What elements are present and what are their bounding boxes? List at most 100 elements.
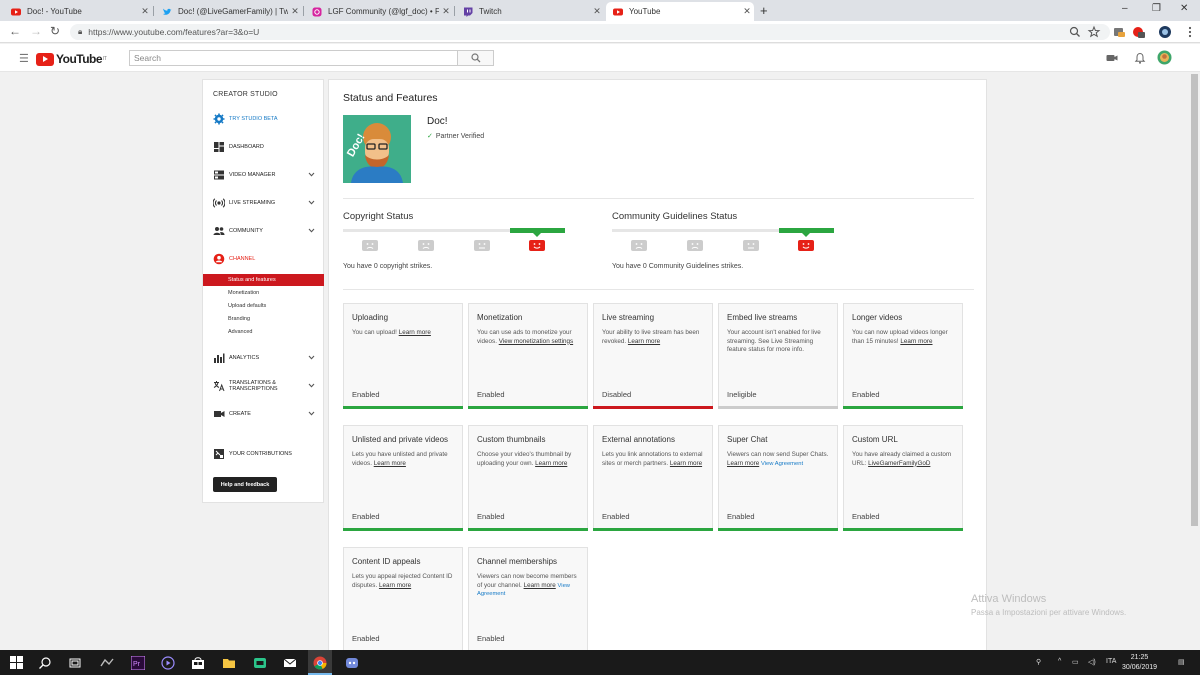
svg-text:Pr: Pr bbox=[133, 661, 141, 668]
browser-tab-active[interactable]: YouTube ✕ bbox=[606, 2, 754, 21]
reload-icon[interactable]: ↻ bbox=[50, 24, 60, 38]
hamburger-menu-icon[interactable]: ☰ bbox=[19, 52, 29, 65]
learn-more-link[interactable]: View monetization settings bbox=[499, 338, 573, 345]
learn-more-link[interactable]: Learn more bbox=[379, 582, 411, 589]
sidebar-subitem-status-and-features[interactable]: Status and features bbox=[203, 274, 324, 286]
close-icon[interactable]: ✕ bbox=[439, 6, 453, 17]
media-player-icon[interactable] bbox=[161, 656, 175, 670]
zoom-icon[interactable] bbox=[1068, 25, 1082, 39]
network-icon[interactable]: ▭ bbox=[1072, 658, 1079, 666]
menu-icon[interactable] bbox=[1183, 25, 1197, 39]
search-input[interactable]: Search bbox=[129, 50, 458, 66]
learn-more-link[interactable]: Learn more bbox=[374, 460, 406, 467]
twitter-icon bbox=[162, 7, 172, 17]
browser-tab[interactable]: Doc! - YouTube ✕ bbox=[4, 2, 152, 21]
minimize-button[interactable]: – bbox=[1122, 3, 1128, 14]
sidebar-item-create[interactable]: CREATE bbox=[203, 404, 324, 424]
feature-title: Channel memberships bbox=[477, 557, 558, 566]
profile-icon[interactable] bbox=[1158, 25, 1172, 39]
learn-more-link[interactable]: Learn more bbox=[670, 460, 702, 467]
sidebar-item-live-streaming[interactable]: LIVE STREAMING bbox=[203, 193, 324, 213]
taskbar-clock[interactable]: 21:25 30/06/2019 bbox=[1122, 653, 1157, 673]
view-agreement-link[interactable]: View Agreement bbox=[761, 461, 803, 467]
forward-icon[interactable]: → bbox=[30, 24, 42, 38]
task-view-icon[interactable] bbox=[68, 656, 82, 670]
sidebar-item-your-contributions[interactable]: YOUR CONTRIBUTIONS bbox=[203, 444, 324, 464]
learn-more-link[interactable]: LiveGamerFamilyGoD bbox=[868, 460, 930, 467]
volume-icon[interactable]: ◁) bbox=[1088, 658, 1096, 666]
avatar[interactable] bbox=[1157, 50, 1172, 65]
star-icon[interactable] bbox=[1087, 25, 1101, 39]
sidebar-item-label: CREATE bbox=[229, 411, 251, 417]
windows-start-icon[interactable] bbox=[10, 656, 24, 670]
chrome-icon[interactable] bbox=[313, 656, 327, 670]
search-button[interactable] bbox=[458, 50, 494, 66]
scrollbar-thumb[interactable] bbox=[1191, 74, 1198, 526]
community-guidelines-heading: Community Guidelines Status bbox=[612, 211, 738, 222]
sidebar-item-try-studio-beta[interactable]: TRY STUDIO BETA bbox=[203, 109, 324, 129]
chevron-up-icon[interactable]: ^ bbox=[1058, 658, 1061, 665]
youtube-icon bbox=[11, 7, 21, 17]
close-icon[interactable]: ✕ bbox=[288, 6, 302, 17]
feature-description-text: Viewers can now send Super Chats. bbox=[727, 451, 829, 458]
youtube-header: ☰ YouTube IT Search bbox=[0, 44, 1200, 72]
sidebar-subitem-branding[interactable]: Branding bbox=[203, 313, 324, 325]
sidebar-item-community[interactable]: COMMUNITY bbox=[203, 221, 324, 241]
learn-more-link[interactable]: Learn more bbox=[399, 329, 431, 336]
browser-tab[interactable]: LGF Community (@lgf_doc) • Foto ✕ bbox=[305, 2, 453, 21]
new-tab-button[interactable]: + bbox=[760, 3, 768, 18]
community-strike-meter bbox=[612, 228, 834, 252]
premiere-pro-icon[interactable]: Pr bbox=[131, 656, 145, 670]
notifications-bell-icon[interactable] bbox=[1134, 52, 1146, 64]
learn-more-link[interactable]: Learn more bbox=[535, 460, 567, 467]
sidebar-item-channel[interactable]: CHANNEL bbox=[203, 249, 324, 269]
sidebar-subitem-upload-defaults[interactable]: Upload defaults bbox=[203, 300, 324, 312]
feature-description: Viewers can now send Super Chats. Learn … bbox=[727, 451, 833, 468]
clock-date: 30/06/2019 bbox=[1122, 664, 1158, 671]
search-icon[interactable] bbox=[38, 656, 52, 670]
feature-card: Unlisted and private videos Lets you have… bbox=[343, 425, 463, 531]
close-icon[interactable]: ✕ bbox=[138, 6, 152, 17]
extension-icon[interactable] bbox=[1131, 25, 1145, 39]
feature-description: Viewers can now become members of your c… bbox=[477, 573, 583, 599]
learn-more-link[interactable]: Learn more bbox=[900, 338, 932, 345]
browser-tab[interactable]: Doc! (@LiveGamerFamily) | Twitte ✕ bbox=[155, 2, 302, 21]
language-indicator[interactable]: ITA bbox=[1106, 658, 1116, 665]
people-icon[interactable]: ⚲ bbox=[1036, 658, 1041, 666]
sidebar-subitem-advanced[interactable]: Advanced bbox=[203, 326, 324, 338]
url-field[interactable]: 🔒︎ https://www.youtube.com/features?ar=3… bbox=[70, 24, 1110, 40]
youtube-logo[interactable]: YouTube IT bbox=[36, 52, 107, 66]
close-icon[interactable]: ✕ bbox=[590, 6, 604, 17]
sidebar-item-dashboard[interactable]: DASHBOARD bbox=[203, 137, 324, 157]
store-icon[interactable] bbox=[191, 656, 205, 670]
page-scrollbar[interactable] bbox=[1189, 72, 1200, 650]
sidebar-item-analytics[interactable]: ANALYTICS bbox=[203, 348, 324, 368]
app-icon[interactable] bbox=[100, 656, 114, 670]
feature-status: Enabled bbox=[852, 390, 880, 399]
extension-icon[interactable] bbox=[1112, 25, 1126, 39]
feature-description: Lets you link annotations to external si… bbox=[602, 451, 708, 468]
file-explorer-icon[interactable] bbox=[222, 656, 236, 670]
close-window-button[interactable]: ✕ bbox=[1180, 3, 1188, 14]
feature-status: Enabled bbox=[352, 512, 380, 521]
windows-activation-watermark: Attiva Windows Passa a Impostazioni per … bbox=[971, 593, 1126, 617]
sidebar-item-translations[interactable]: TRANSLATIONS & TRANSCRIPTIONS bbox=[203, 376, 324, 396]
learn-more-link[interactable]: Learn more bbox=[628, 338, 660, 345]
discord-icon[interactable] bbox=[345, 656, 359, 670]
maximize-button[interactable]: ❐ bbox=[1152, 3, 1161, 14]
sidebar-item-video-manager[interactable]: VIDEO MANAGER bbox=[203, 165, 324, 185]
app-icon[interactable] bbox=[253, 656, 267, 670]
feature-title: Longer videos bbox=[852, 313, 903, 322]
notification-center-icon[interactable]: ▤ bbox=[1178, 658, 1185, 666]
help-and-feedback-button[interactable]: Help and feedback bbox=[213, 477, 277, 492]
close-icon[interactable]: ✕ bbox=[740, 6, 754, 17]
mail-icon[interactable] bbox=[283, 656, 297, 670]
browser-tab[interactable]: Twitch ✕ bbox=[456, 2, 604, 21]
learn-more-link[interactable]: Learn more bbox=[727, 460, 759, 467]
learn-more-link[interactable]: Learn more bbox=[524, 582, 556, 589]
copyright-strikes-text: You have 0 copyright strikes. bbox=[343, 263, 433, 270]
back-icon[interactable]: ← bbox=[9, 24, 21, 38]
chevron-down-icon bbox=[308, 172, 315, 177]
sidebar-subitem-monetization[interactable]: Monetization bbox=[203, 287, 324, 299]
upload-video-icon[interactable] bbox=[1106, 52, 1118, 64]
